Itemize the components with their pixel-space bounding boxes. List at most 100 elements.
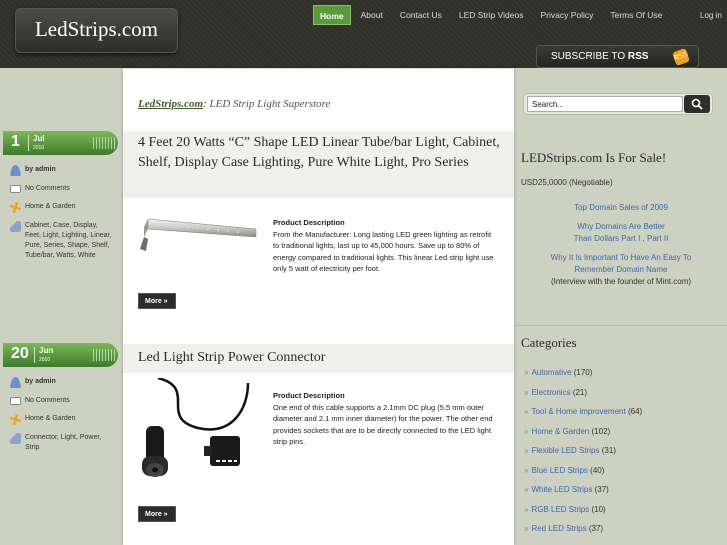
category-link[interactable]: Electronics (531, 388, 570, 397)
bullet-icon: » (524, 524, 529, 533)
category-link[interactable]: Blue LED Strips (531, 466, 587, 475)
category-item: » White LED Strips (37) (524, 485, 642, 494)
nav-terms[interactable]: Terms Of Use (603, 5, 669, 25)
product-description-text: From the Manufacturer: Long lasting LED … (273, 229, 494, 274)
user-icon (10, 165, 21, 176)
product-image-power-connector[interactable] (138, 376, 258, 498)
post-month: Jul (33, 134, 45, 143)
bullet-icon: » (524, 504, 529, 514)
post-tags[interactable]: Cabinet, Case, Display, Feet, Light, Lig… (25, 221, 115, 261)
post-tags[interactable]: Connector, Light, Power, Strip (25, 433, 115, 453)
nav-videos[interactable]: LED Strip Videos (452, 5, 531, 25)
search-icon (691, 98, 703, 110)
more-button[interactable]: More » (138, 506, 176, 522)
site-tagline: LedStrips.com: LED Strip Light Superstor… (138, 98, 330, 110)
bullet-icon: » (524, 426, 529, 436)
category-item: » RGB LED Strips (10) (524, 505, 642, 514)
for-sale-title: LEDStrips.com Is For Sale! (521, 150, 667, 165)
nav-contact[interactable]: Contact Us (393, 5, 449, 25)
sale-link-top-sales[interactable]: Top Domain Sales of 2009 (521, 202, 721, 214)
category-count: (37) (588, 524, 604, 533)
tag-icon (10, 221, 21, 232)
category-link[interactable]: White LED Strips (531, 485, 592, 494)
post-header: 4 Feet 20 Watts “C” Shape LED Linear Tub… (123, 131, 514, 198)
product-description-label: Product Description (273, 218, 345, 227)
bullet-icon: » (524, 446, 529, 455)
category-count: (10) (591, 504, 606, 514)
nav-home[interactable]: Home (313, 5, 351, 25)
categories-list: » Automative (170) » Electronics (21) » Too… (524, 368, 642, 544)
post-meta: by admin No Comments Home & Garden Cabin… (10, 165, 115, 269)
post-meta: by admin No Comments Home & Garden Conne… (10, 377, 115, 461)
tagline-text: : LED Strip Light Superstore (203, 98, 331, 110)
interview-text: (Interview with the founder of Mint.com) (550, 277, 692, 286)
category-count: (102) (591, 426, 611, 436)
category-count: (170) (573, 368, 593, 377)
category-item: » Blue LED Strips (40) (524, 466, 642, 475)
product-description-text: One end of this cable supports a 2.1mm D… (273, 402, 493, 447)
bullet-icon: » (524, 368, 529, 377)
post-author[interactable]: by admin (25, 165, 56, 175)
post-comments[interactable]: No Comments (25, 184, 70, 194)
post-date-badge: 20 Jun 2010 (3, 343, 118, 367)
post-category[interactable]: Home & Garden (25, 414, 76, 424)
product-description-label: Product Description (273, 391, 345, 400)
sale-link-domains-vs-dollars[interactable]: Why Domains Are Better Than Dollars Part… (521, 221, 721, 245)
right-sidebar: LEDStrips.com Is For Sale! USD25,0000 (N… (514, 68, 727, 545)
category-icon (10, 202, 21, 213)
post-year: 2010 (39, 357, 51, 363)
post-excerpt: Product Description From the Manufacture… (273, 217, 499, 275)
category-icon (10, 414, 21, 425)
bullet-icon: » (524, 465, 529, 475)
search-form (523, 93, 713, 115)
post-date-badge: 1 Jul 2010 (3, 131, 118, 155)
post-comments[interactable]: No Comments (25, 396, 70, 406)
post-author[interactable]: by admin (25, 377, 56, 387)
grip-icon (93, 137, 115, 149)
nav-privacy[interactable]: Privacy Policy (533, 5, 600, 25)
comment-icon (10, 185, 21, 193)
category-link[interactable]: Automative (531, 368, 571, 377)
post-year: 2010 (33, 145, 45, 151)
user-icon (10, 377, 21, 388)
more-button[interactable]: More » (138, 293, 176, 309)
category-link[interactable]: Tool & Home improvement (531, 407, 625, 416)
category-link[interactable]: Red LED Strips (531, 524, 586, 533)
category-link[interactable]: RGB LED Strips (531, 505, 589, 514)
sale-link-easy-domain[interactable]: Why It Is Important To Have An Easy To R… (521, 252, 721, 276)
search-button[interactable] (684, 95, 710, 113)
divider (514, 325, 727, 326)
post-day: 1 (11, 133, 20, 150)
category-item: » Red LED Strips (37) (524, 524, 642, 533)
bullet-icon: » (524, 485, 529, 494)
main-content: LedStrips.com: LED Strip Light Superstor… (123, 68, 514, 545)
category-item: » Automative (170) (524, 368, 642, 377)
bullet-icon: » (524, 387, 529, 397)
post-day: 20 (11, 345, 29, 362)
post-title[interactable]: 4 Feet 20 Watts “C” Shape LED Linear Tub… (123, 131, 514, 172)
bullet-icon: » (524, 407, 529, 416)
sale-link-interview-note: (Interview with the founder of Mint.com) (521, 276, 721, 288)
post-category[interactable]: Home & Garden (25, 202, 76, 212)
sale-links: Top Domain Sales of 2009 Why Domains Are… (521, 202, 721, 295)
main-nav: Home About Contact Us LED Strip Videos P… (313, 5, 672, 25)
post-meta-column: 1 Jul 2010 by admin No Comments Home & G… (0, 68, 123, 545)
category-item: » Flexible LED Strips (31) (524, 446, 642, 455)
post-title[interactable]: Led Light Strip Power Connector (123, 344, 514, 368)
site-header: LedStrips.com Home About Contact Us LED … (0, 0, 727, 68)
product-image-led-tube[interactable] (138, 207, 258, 257)
category-count: (37) (594, 485, 609, 494)
search-input[interactable] (527, 96, 683, 112)
login-link[interactable]: Log in (700, 11, 722, 20)
nav-about[interactable]: About (354, 5, 390, 25)
category-item: » Home & Garden (102) (524, 427, 642, 436)
category-link[interactable]: Flexible LED Strips (531, 446, 599, 455)
date-separator (28, 135, 29, 151)
tagline-site-link[interactable]: LedStrips.com (138, 98, 203, 110)
rss-icon: RSS (672, 48, 690, 66)
post-header: Led Light Strip Power Connector (123, 344, 514, 373)
grip-icon (93, 349, 115, 361)
site-logo[interactable]: LedStrips.com (15, 8, 178, 53)
rss-subscribe-button[interactable]: SUBSCRIBE TO RSS RSS (536, 45, 699, 68)
category-link[interactable]: Home & Garden (531, 427, 589, 436)
